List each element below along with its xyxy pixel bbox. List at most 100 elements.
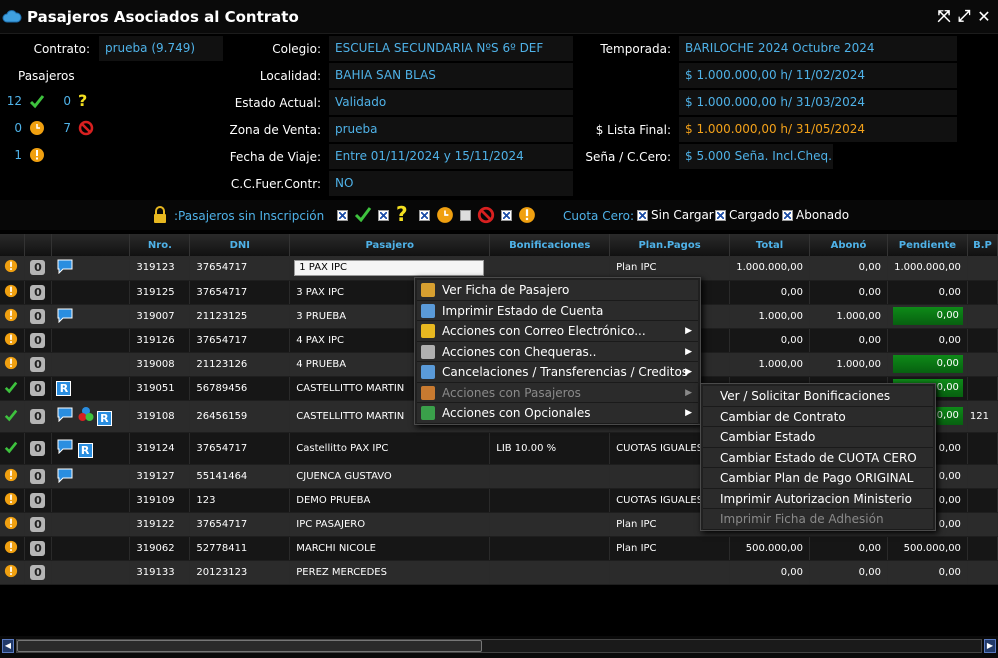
close-icon[interactable]: ✕ <box>976 7 992 26</box>
table-row[interactable]: 0 319062 52778411 MARCHI NICOLE Plan IPC 500.… <box>0 536 998 561</box>
filter-alert-checkbox[interactable] <box>501 210 512 221</box>
sena-value: $ 5.000 Seña. Incl.Cheq. <box>679 144 833 169</box>
lock-icon <box>154 206 166 223</box>
bonif-cell <box>489 488 611 513</box>
cuota-cero-badge[interactable]: 0 <box>30 260 46 276</box>
pasajero-edit[interactable]: 1 PAX IPC <box>294 259 485 276</box>
column-header[interactable]: Total <box>729 234 811 256</box>
scroll-thumb[interactable] <box>17 640 482 652</box>
scroll-right-icon[interactable]: ▶ <box>984 639 996 653</box>
zero-cell: 0 <box>24 328 53 353</box>
column-header[interactable]: Pendiente <box>887 234 968 256</box>
cuota-cero-badge[interactable]: 0 <box>30 356 46 372</box>
cargado-checkbox[interactable] <box>715 210 726 221</box>
r-badge-icon[interactable]: R <box>77 443 93 458</box>
icons-cell <box>51 328 131 353</box>
scroll-left-icon[interactable]: ◀ <box>2 639 14 653</box>
cuota-cero-badge[interactable]: 0 <box>30 540 46 556</box>
collapse-icon[interactable]: ⤧ <box>936 6 952 25</box>
column-header[interactable]: Abonó <box>809 234 888 256</box>
cuota-cero-badge[interactable]: 0 <box>30 516 46 532</box>
submenu-item[interactable]: Cambiar Plan de Pago ORIGINAL <box>703 468 933 489</box>
filter-cancel-checkbox[interactable] <box>460 210 471 221</box>
cuota-cero-badge[interactable]: 0 <box>30 492 46 508</box>
ccfuer-label: C.C.Fuer.Contr: <box>230 177 321 191</box>
menu-item[interactable]: Acciones con Chequeras.. ▶ <box>417 341 698 362</box>
column-header[interactable] <box>51 234 131 256</box>
menu-item[interactable]: Acciones con Correo Electrónico... ▶ <box>417 321 698 342</box>
cuota-cero-label: Cuota Cero: <box>563 209 635 223</box>
icons-cell: R <box>51 376 131 401</box>
column-header[interactable]: Nro. <box>129 234 191 256</box>
check-icon <box>29 95 45 109</box>
icons-cell <box>51 352 131 377</box>
dni-cell: 26456159 <box>189 400 291 433</box>
bp-cell <box>967 376 998 401</box>
column-header[interactable] <box>24 234 53 256</box>
column-header[interactable]: DNI <box>189 234 291 256</box>
abono-cell: 1.000,00 <box>809 304 888 329</box>
abonado-checkbox[interactable] <box>782 210 793 221</box>
cuota-cero-badge[interactable]: 0 <box>30 380 46 396</box>
chat-icon[interactable] <box>56 307 74 323</box>
cuota-cero-badge[interactable]: 0 <box>30 468 46 484</box>
estado-value: Validado <box>329 90 573 115</box>
menu-item[interactable]: Ver Ficha de Pasajero <box>417 280 698 301</box>
cuota-cero-badge[interactable]: 0 <box>30 564 46 580</box>
submenu-item[interactable]: Cambiar Estado <box>703 427 933 448</box>
menu-item[interactable]: Acciones con Opcionales ▶ <box>417 403 698 424</box>
cargado-label: Cargado <box>729 208 780 222</box>
abono-cell: 1.000,00 <box>809 352 888 377</box>
abono-cell: 0,00 <box>809 328 888 353</box>
context-menu[interactable]: Ver Ficha de Pasajero Imprimir Estado de … <box>414 277 701 425</box>
filter-ok-checkbox[interactable] <box>337 210 348 221</box>
options-icon[interactable] <box>78 406 94 422</box>
submenu-item[interactable]: Cambiar de Contrato <box>703 406 933 427</box>
submenu-item[interactable]: Cambiar Estado de CUOTA CERO <box>703 447 933 468</box>
chat-icon[interactable] <box>56 467 74 483</box>
abono-cell: 0,00 <box>809 256 888 281</box>
column-header[interactable]: Plan.Pagos <box>609 234 731 256</box>
plan-cell: Plan IPC <box>609 536 731 561</box>
menu-item[interactable]: Imprimir Estado de Cuenta <box>417 300 698 321</box>
status-cell <box>0 256 26 281</box>
filter-clock-checkbox[interactable] <box>419 210 430 221</box>
table-row[interactable]: 0 319133 20123123 PEREZ MERCEDES 0,00 0,00 0,0… <box>0 560 998 585</box>
alert-icon <box>4 540 18 553</box>
maximize-icon[interactable]: ⤢ <box>956 6 972 25</box>
estado-label: Estado Actual: <box>234 96 321 110</box>
column-header[interactable]: B.P <box>967 234 998 256</box>
r-badge-icon[interactable]: R <box>96 411 112 426</box>
check-icon <box>354 207 372 222</box>
menu-item[interactable]: Cancelaciones / Transferencias / Credito… <box>417 362 698 383</box>
cuota-cero-badge[interactable]: 0 <box>30 408 46 424</box>
r-badge-icon[interactable]: R <box>56 380 72 396</box>
total-cell: 0,00 <box>729 328 811 353</box>
column-header[interactable] <box>0 234 26 256</box>
submenu-item: Imprimir Ficha de Adhesión <box>703 509 933 530</box>
chat-icon[interactable] <box>56 258 74 275</box>
title-bar: Pasajeros Asociados al Contrato ⤧ ⤢ ✕ <box>0 0 998 34</box>
nro-cell: 319122 <box>129 512 191 537</box>
filter-question-checkbox[interactable] <box>378 210 389 221</box>
chat-icon[interactable] <box>56 406 74 423</box>
menu-item: Acciones con Pasajeros ▶ <box>417 382 698 403</box>
pasajero-cell: IPC PASAJERO <box>289 512 491 537</box>
chat-icon[interactable] <box>56 438 74 455</box>
sin-cargar-checkbox[interactable] <box>637 210 648 221</box>
cuota-cero-badge[interactable]: 0 <box>30 308 46 324</box>
cuota-cero-badge[interactable]: 0 <box>30 440 46 456</box>
sin-inscripcion-label: :Pasajeros sin Inscripción <box>174 209 325 223</box>
column-header[interactable]: Bonificaciones <box>489 234 611 256</box>
bp-cell <box>967 304 998 329</box>
horizontal-scrollbar[interactable]: ◀ ▶ <box>0 636 998 658</box>
bp-cell: 121 <box>967 400 998 433</box>
column-header[interactable]: Pasajero <box>289 234 491 256</box>
submenu-item[interactable]: Imprimir Autorizacion Ministerio <box>703 488 933 509</box>
cuota-cero-badge[interactable]: 0 <box>30 284 46 300</box>
pasajeros-submenu[interactable]: Ver / Solicitar Bonificaciones Cambiar de… <box>700 383 936 531</box>
submenu-item[interactable]: Ver / Solicitar Bonificaciones <box>703 386 933 407</box>
alert-icon <box>4 516 18 529</box>
cuota-cero-badge[interactable]: 0 <box>30 332 46 348</box>
submenu-item-label: Ver / Solicitar Bonificaciones <box>720 389 891 403</box>
